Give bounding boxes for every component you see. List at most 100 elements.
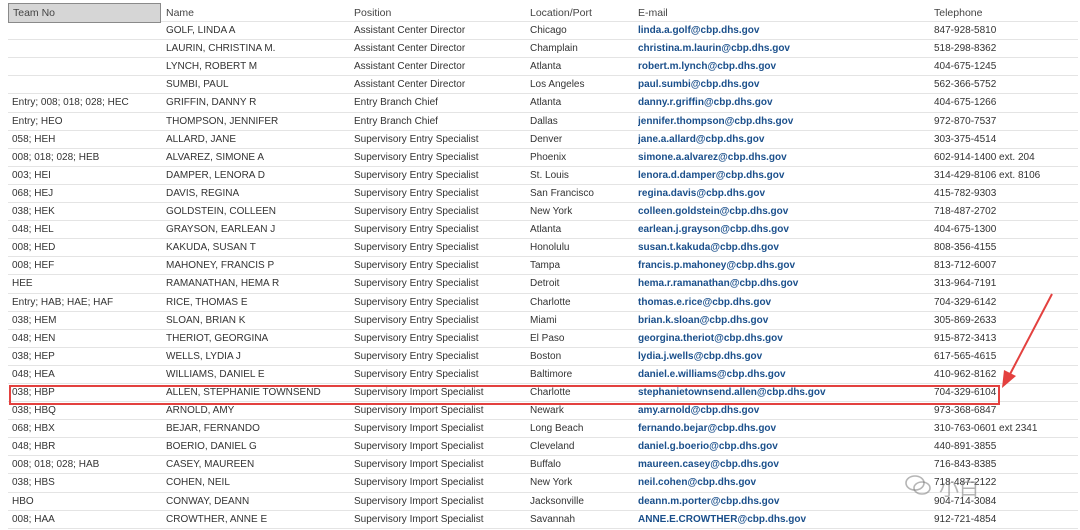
location-cell: Phoenix bbox=[530, 151, 567, 163]
header-telephone[interactable]: Telephone bbox=[934, 4, 1074, 22]
telephone-cell: 847-928-5810 bbox=[934, 25, 997, 37]
position-cell: Entry Branch Chief bbox=[354, 97, 438, 109]
table-row[interactable]: 008; HAA CROWTHER, ANNE E Supervisory Impo… bbox=[8, 511, 1078, 529]
name-cell: GOLDSTEIN, COLLEEN bbox=[166, 206, 277, 218]
table-row[interactable]: 048; HEA WILLIAMS, DANIEL E Supervisory En… bbox=[8, 366, 1078, 384]
email-link[interactable]: colleen.goldstein@cbp.dhs.gov bbox=[638, 203, 928, 221]
team-no-cell: 048; HEN bbox=[12, 332, 56, 344]
telephone-cell: 602-914-1400 ext. 204 bbox=[934, 151, 1035, 163]
watermark: 小白 bbox=[905, 470, 1055, 502]
table-row[interactable]: 068; HEJ DAVIS, REGINA Supervisory Entry S… bbox=[8, 185, 1078, 204]
location-cell: Baltimore bbox=[530, 368, 573, 380]
email-link[interactable]: brian.k.sloan@cbp.dhs.gov bbox=[638, 312, 928, 330]
position-cell: Supervisory Import Specialist bbox=[354, 441, 484, 453]
position-cell: Supervisory Entry Specialist bbox=[354, 133, 479, 145]
table-row[interactable]: 048; HEL GRAYSON, EARLEAN J Supervisory En… bbox=[8, 221, 1078, 240]
email-link[interactable]: neil.cohen@cbp.dhs.gov bbox=[638, 474, 928, 492]
arrow-icon bbox=[1002, 293, 1053, 388]
table-row[interactable]: SUMBI, PAUL Assistant Center Director Los … bbox=[8, 76, 1078, 95]
email-link[interactable]: jane.a.allard@cbp.dhs.gov bbox=[638, 131, 928, 149]
header-email[interactable]: E-mail bbox=[638, 4, 928, 22]
email-link[interactable]: daniel.e.williams@cbp.dhs.gov bbox=[638, 366, 928, 384]
table-row[interactable]: 003; HEI DAMPER, LENORA D Supervisory Entr… bbox=[8, 167, 1078, 185]
table-row[interactable]: 038; HEK GOLDSTEIN, COLLEEN Supervisory En… bbox=[8, 203, 1078, 222]
email-link[interactable]: simone.a.alvarez@cbp.dhs.gov bbox=[638, 149, 928, 167]
name-cell: RAMANATHAN, HEMA R bbox=[166, 278, 280, 290]
location-cell: Chicago bbox=[530, 25, 567, 37]
contacts-table: Team No Name Position Location/Port E-ma… bbox=[8, 3, 1078, 529]
position-cell: Supervisory Entry Specialist bbox=[354, 278, 479, 290]
table-row[interactable]: 008; 018; 028; HEB ALVAREZ, SIMONE A Super… bbox=[8, 149, 1078, 167]
email-link[interactable]: hema.r.ramanathan@cbp.dhs.gov bbox=[638, 275, 928, 293]
table-row[interactable]: 058; HEH ALLARD, JANE Supervisory Entry Sp… bbox=[8, 131, 1078, 149]
position-cell: Assistant Center Director bbox=[354, 25, 466, 37]
email-link[interactable]: georgina.theriot@cbp.dhs.gov bbox=[638, 330, 928, 348]
position-cell: Supervisory Import Specialist bbox=[354, 495, 484, 507]
location-cell: Atlanta bbox=[530, 224, 562, 236]
telephone-cell: 518-298-8362 bbox=[934, 43, 997, 55]
email-link[interactable]: ANNE.E.CROWTHER@cbp.dhs.gov bbox=[638, 511, 928, 529]
name-cell: KAKUDA, SUSAN T bbox=[166, 242, 256, 254]
team-no-cell: 008; HED bbox=[12, 242, 56, 254]
position-cell: Supervisory Entry Specialist bbox=[354, 242, 479, 254]
name-cell: GRAYSON, EARLEAN J bbox=[166, 224, 276, 236]
email-link[interactable]: jennifer.thompson@cbp.dhs.gov bbox=[638, 113, 928, 131]
position-cell: Supervisory Entry Specialist bbox=[354, 169, 479, 181]
table-row[interactable]: 068; HBX BEJAR, FERNANDO Supervisory Impor… bbox=[8, 420, 1078, 439]
watermark-text: 小白 bbox=[939, 476, 979, 500]
email-link[interactable]: daniel.g.boerio@cbp.dhs.gov bbox=[638, 438, 928, 456]
email-link[interactable]: lydia.j.wells@cbp.dhs.gov bbox=[638, 348, 928, 366]
table-row[interactable]: Entry; 008; 018; 028; HEC GRIFFIN, DANNY … bbox=[8, 94, 1078, 113]
email-link[interactable]: regina.davis@cbp.dhs.gov bbox=[638, 185, 928, 203]
team-no-cell bbox=[8, 40, 162, 58]
header-team-no[interactable]: Team No bbox=[8, 3, 161, 23]
position-cell: Supervisory Entry Specialist bbox=[354, 260, 479, 272]
header-name[interactable]: Name bbox=[166, 4, 348, 22]
table-row[interactable]: Entry; HEO THOMPSON, JENNIFER Entry Branch… bbox=[8, 113, 1078, 131]
email-link[interactable]: francis.p.mahoney@cbp.dhs.gov bbox=[638, 257, 928, 275]
position-cell: Supervisory Entry Specialist bbox=[354, 206, 479, 218]
team-no-cell: 038; HEP bbox=[12, 350, 55, 362]
table-row[interactable]: Entry; HAB; HAE; HAF RICE, THOMAS E Superv… bbox=[8, 294, 1078, 312]
table-header: Team No Name Position Location/Port E-ma… bbox=[8, 3, 1078, 23]
email-link[interactable]: lenora.d.damper@cbp.dhs.gov bbox=[638, 167, 928, 185]
email-link[interactable]: susan.t.kakuda@cbp.dhs.gov bbox=[638, 239, 928, 257]
position-cell: Supervisory Entry Specialist bbox=[354, 332, 479, 344]
table-row[interactable]: 048; HBR BOERIO, DANIEL G Supervisory Impo… bbox=[8, 438, 1078, 457]
email-link[interactable]: robert.m.lynch@cbp.dhs.gov bbox=[638, 58, 928, 76]
name-cell: LAURIN, CHRISTINA M. bbox=[166, 43, 276, 55]
table-row[interactable]: GOLF, LINDA A Assistant Center Director Ch… bbox=[8, 22, 1078, 41]
email-link[interactable]: maureen.casey@cbp.dhs.gov bbox=[638, 456, 928, 474]
location-cell: New York bbox=[530, 206, 573, 218]
highlight-box bbox=[9, 385, 1000, 405]
position-cell: Supervisory Import Specialist bbox=[354, 477, 484, 489]
table-row[interactable]: 038; HEM SLOAN, BRIAN K Supervisory Entry … bbox=[8, 312, 1078, 330]
table-row[interactable]: 008; HEF MAHONEY, FRANCIS P Supervisory En… bbox=[8, 257, 1078, 276]
team-no-cell: 058; HEH bbox=[12, 133, 56, 145]
email-link[interactable]: linda.a.golf@cbp.dhs.gov bbox=[638, 22, 928, 40]
name-cell: RICE, THOMAS E bbox=[166, 296, 248, 308]
position-cell: Supervisory Entry Specialist bbox=[354, 368, 479, 380]
email-link[interactable]: paul.sumbi@cbp.dhs.gov bbox=[638, 76, 928, 94]
table-row[interactable]: 008; HED KAKUDA, SUSAN T Supervisory Entry… bbox=[8, 239, 1078, 258]
team-no-cell: 048; HBR bbox=[12, 441, 56, 453]
email-link[interactable]: earlean.j.grayson@cbp.dhs.gov bbox=[638, 221, 928, 239]
email-link[interactable]: danny.r.griffin@cbp.dhs.gov bbox=[638, 94, 928, 112]
table-row[interactable]: 038; HEP WELLS, LYDIA J Supervisory Entry … bbox=[8, 348, 1078, 366]
table-row[interactable]: HEE RAMANATHAN, HEMA R Supervisory Entry S… bbox=[8, 275, 1078, 294]
telephone-cell: 972-870-7537 bbox=[934, 115, 997, 127]
email-link[interactable]: fernando.bejar@cbp.dhs.gov bbox=[638, 420, 928, 438]
email-link[interactable]: christina.m.laurin@cbp.dhs.gov bbox=[638, 40, 928, 58]
name-cell: THERIOT, GEORGINA bbox=[166, 332, 269, 344]
location-cell: Champlain bbox=[530, 43, 578, 55]
table-row[interactable]: LAURIN, CHRISTINA M. Assistant Center Dir… bbox=[8, 40, 1078, 59]
table-row[interactable]: 048; HEN THERIOT, GEORGINA Supervisory Ent… bbox=[8, 330, 1078, 348]
team-no-cell: 003; HEI bbox=[12, 169, 51, 181]
header-position[interactable]: Position bbox=[354, 4, 524, 22]
telephone-cell: 314-429-8106 ext. 8106 bbox=[934, 169, 1041, 181]
email-link[interactable]: deann.m.porter@cbp.dhs.gov bbox=[638, 493, 928, 511]
header-location[interactable]: Location/Port bbox=[530, 4, 630, 22]
table-row[interactable]: LYNCH, ROBERT M Assistant Center Director… bbox=[8, 58, 1078, 77]
email-link[interactable]: thomas.e.rice@cbp.dhs.gov bbox=[638, 294, 928, 312]
name-cell: CONWAY, DEANN bbox=[166, 495, 250, 507]
